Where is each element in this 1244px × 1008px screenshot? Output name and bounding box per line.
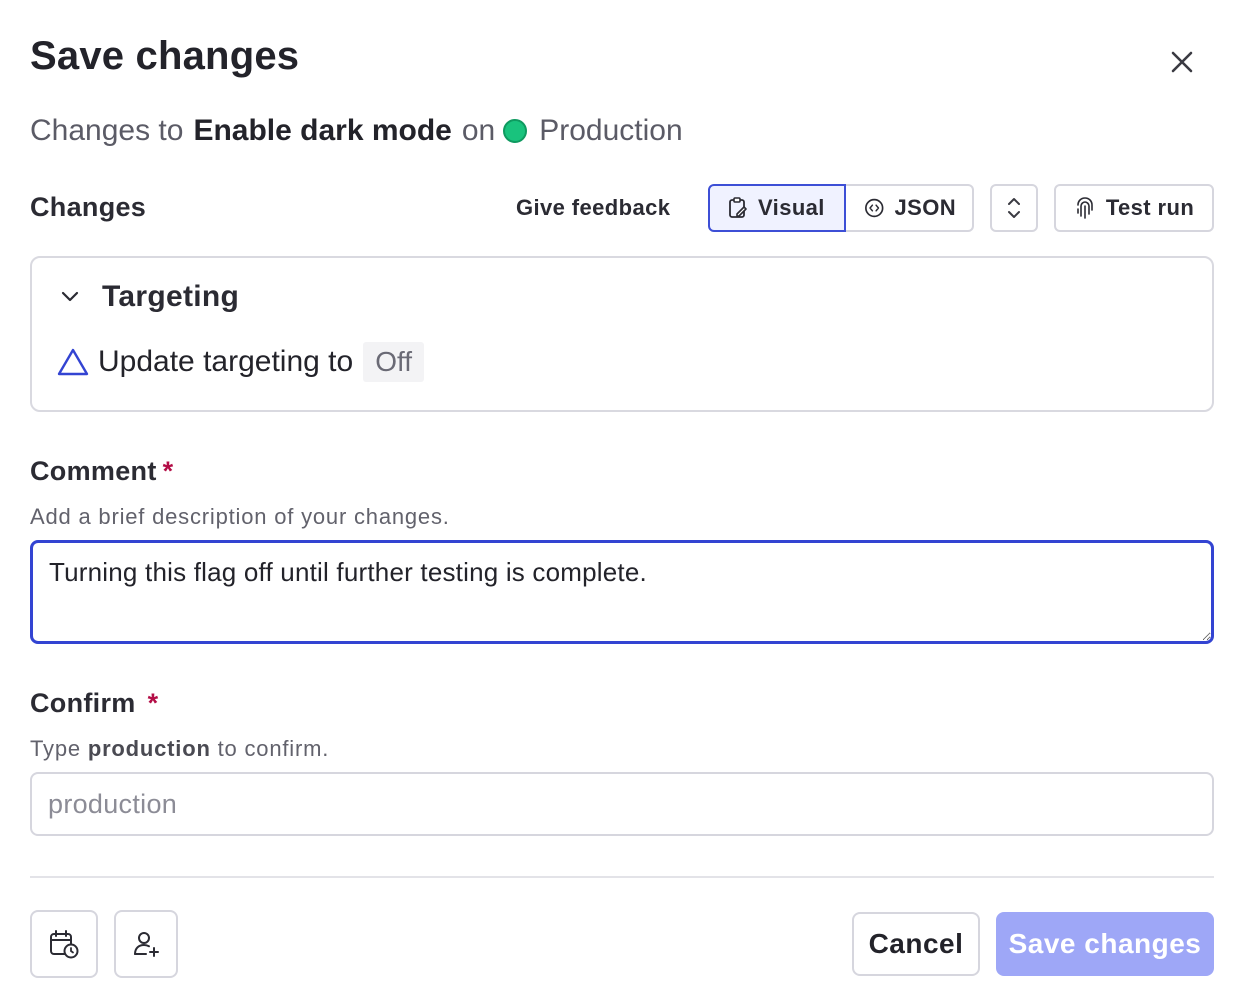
dialog-subtitle: Changes to Enable dark mode on Productio… <box>30 114 683 148</box>
test-run-button[interactable]: Test run <box>1054 184 1214 232</box>
chevron-up-down-icon <box>1008 198 1020 218</box>
confirm-help-keyword: production <box>87 736 211 761</box>
fingerprint-icon <box>1077 197 1093 219</box>
user-plus-icon <box>134 932 159 957</box>
required-mark: * <box>162 456 174 486</box>
test-run-label: Test run <box>1105 195 1195 220</box>
targeting-toggle[interactable]: Targeting <box>60 280 239 314</box>
cancel-button[interactable]: Cancel <box>852 912 980 976</box>
close-button[interactable] <box>1164 44 1200 80</box>
give-feedback-link[interactable]: Give feedback <box>516 195 670 221</box>
changes-heading: Changes <box>30 192 147 222</box>
targeting-card: Targeting Update targeting to Off <box>30 256 1214 412</box>
tab-json-label: JSON <box>894 195 956 220</box>
warning-triangle-icon <box>56 347 90 377</box>
comment-help: Add a brief description of your changes. <box>30 504 450 529</box>
subtitle-connector: on <box>461 114 496 147</box>
schedule-button[interactable] <box>30 910 98 978</box>
targeting-update-row: Update targeting to Off <box>56 342 425 382</box>
targeting-value-chip: Off <box>363 342 425 382</box>
dialog-title: Save changes <box>30 34 300 78</box>
confirm-help-suffix: to confirm. <box>217 736 330 761</box>
environment-name: Production <box>539 114 683 147</box>
footer-divider <box>30 876 1214 878</box>
environment-status-dot <box>503 119 528 143</box>
targeting-update-text: Update targeting to <box>98 345 354 378</box>
tab-visual-label: Visual <box>758 195 825 220</box>
confirm-help: Type production to confirm. <box>30 736 329 762</box>
comment-label-text: Comment <box>30 456 157 486</box>
save-changes-button[interactable]: Save changes <box>996 912 1214 976</box>
tab-json[interactable]: JSON <box>846 184 974 232</box>
confirm-label-text: Confirm <box>30 688 136 718</box>
confirm-help-prefix: Type <box>30 736 81 761</box>
targeting-section-label: Targeting <box>102 280 240 313</box>
close-icon <box>1171 51 1193 73</box>
comment-textarea[interactable]: Turning this flag off until further test… <box>30 540 1214 644</box>
required-mark: * <box>147 688 159 718</box>
tab-visual[interactable]: Visual <box>708 184 846 232</box>
view-toggle: Visual JSON <box>708 184 974 232</box>
flag-name: Enable dark mode <box>193 114 452 147</box>
clipboard-edit-icon <box>729 197 747 218</box>
expand-collapse-button[interactable] <box>990 184 1038 232</box>
add-reviewer-button[interactable] <box>114 910 178 978</box>
chevron-down-icon <box>61 291 79 302</box>
code-circle-icon <box>865 198 884 218</box>
comment-label: Comment * <box>30 456 173 487</box>
calendar-clock-icon <box>50 930 79 959</box>
subtitle-prefix: Changes to <box>30 114 184 147</box>
confirm-input[interactable] <box>30 772 1214 836</box>
confirm-label: Confirm * <box>30 688 158 719</box>
